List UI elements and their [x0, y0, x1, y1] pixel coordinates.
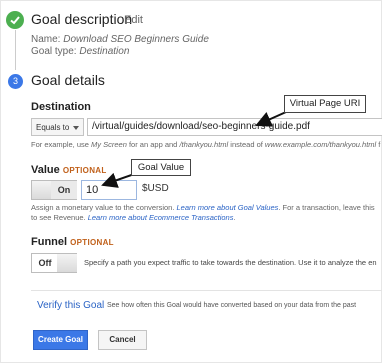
goal-value-callout: Goal Value	[131, 159, 191, 176]
annotation-arrows	[101, 107, 296, 188]
virtual-page-callout: Virtual Page URI	[284, 95, 366, 113]
